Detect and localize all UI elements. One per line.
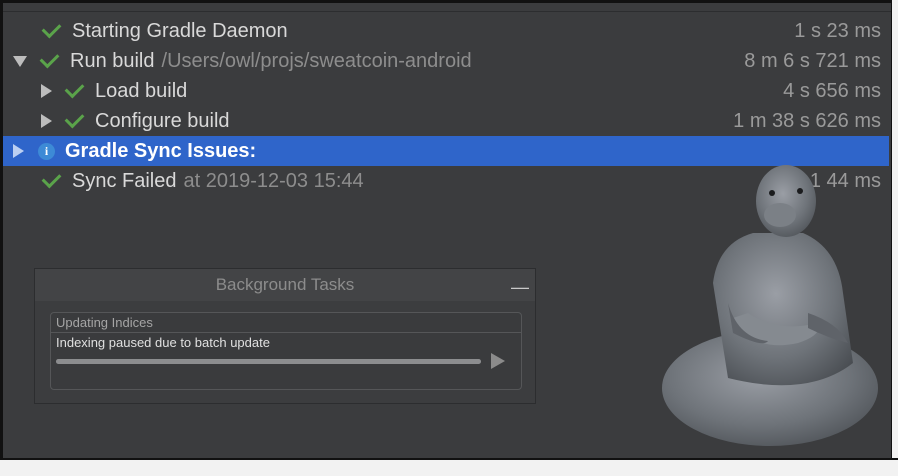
- walrus-meme-image: [662, 165, 878, 446]
- success-check-icon: [64, 108, 85, 128]
- expand-arrow-right-icon[interactable]: [13, 144, 24, 158]
- row-timestamp: at 2019-12-03 15:44: [183, 169, 364, 192]
- minimize-button[interactable]: —: [511, 277, 529, 298]
- row-duration: 1 s 23 ms: [794, 19, 881, 42]
- row-duration: 1 m 38 s 626 ms: [733, 109, 881, 132]
- background-tasks-panel: Background Tasks — Updating Indices Inde…: [34, 268, 536, 404]
- build-output-window: Starting Gradle Daemon 1 s 23 ms Run bui…: [0, 0, 898, 476]
- row-label: Sync Failed: [72, 169, 177, 192]
- info-icon: i: [38, 142, 55, 160]
- build-row-starting-daemon[interactable]: Starting Gradle Daemon 1 s 23 ms: [3, 16, 889, 46]
- success-check-icon: [64, 78, 85, 98]
- success-check-icon: [41, 168, 62, 188]
- row-duration: 8 m 6 s 721 ms: [744, 49, 881, 72]
- task-progress-bar: [56, 359, 481, 364]
- task-title: Updating Indices: [56, 315, 153, 330]
- bottom-border-strip: [0, 458, 898, 476]
- expand-arrow-down-icon[interactable]: [13, 55, 27, 67]
- expand-arrow-right-icon[interactable]: [41, 114, 52, 128]
- row-duration: 4 s 656 ms: [783, 79, 881, 102]
- row-label: Gradle Sync Issues:: [65, 139, 257, 162]
- row-label: Configure build: [95, 109, 230, 132]
- top-divider: [3, 3, 895, 12]
- success-check-icon: [39, 48, 60, 68]
- resume-play-icon[interactable]: [491, 353, 505, 369]
- row-label: Run build: [70, 49, 155, 72]
- right-border-strip: [891, 0, 898, 476]
- task-progress-fill: [56, 359, 481, 364]
- expand-arrow-right-icon[interactable]: [41, 84, 52, 98]
- build-row-load-build[interactable]: Load build 4 s 656 ms: [3, 76, 889, 106]
- row-project-path: /Users/owl/projs/sweatcoin-android: [161, 49, 472, 72]
- row-label: Starting Gradle Daemon: [72, 19, 288, 42]
- success-check-icon: [41, 18, 62, 38]
- background-tasks-header: Background Tasks —: [35, 269, 535, 301]
- task-card: Updating Indices Indexing paused due to …: [50, 312, 522, 390]
- build-row-gradle-sync-issues[interactable]: i Gradle Sync Issues:: [3, 136, 889, 166]
- build-row-configure-build[interactable]: Configure build 1 m 38 s 626 ms: [3, 106, 889, 136]
- background-tasks-title: Background Tasks: [215, 275, 355, 294]
- row-label: Load build: [95, 79, 188, 102]
- task-status-text: Indexing paused due to batch update: [56, 335, 270, 350]
- build-row-run-build[interactable]: Run build /Users/owl/projs/sweatcoin-and…: [3, 46, 889, 76]
- task-divider: [51, 332, 521, 333]
